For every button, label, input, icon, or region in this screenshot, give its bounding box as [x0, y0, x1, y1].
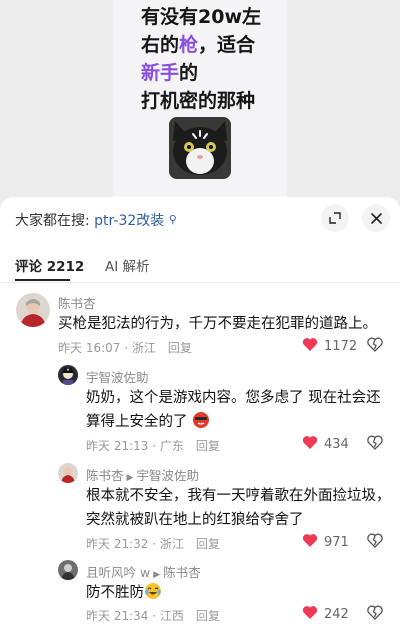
- heart-icon: [302, 605, 318, 624]
- video-text-card: 有没有20w左 右的枪，适合 新手的 打机密的那种: [113, 0, 287, 200]
- broken-heart-icon: [367, 337, 383, 356]
- cat-image: [169, 117, 231, 179]
- dislike-button[interactable]: [367, 605, 383, 624]
- comment-time-location: 昨天 21:32 · 浙江: [86, 537, 184, 551]
- commenter-name[interactable]: 陈书杏: [58, 293, 96, 312]
- reply-arrow-icon: ▶: [153, 570, 161, 580]
- comment-text: 买枪是犯法的行为，千万不要走在犯罪的道路上。: [58, 316, 377, 332]
- dislike-button[interactable]: [367, 435, 383, 454]
- video-line-1: 有没有20w左: [141, 6, 261, 28]
- close-icon: [370, 209, 382, 228]
- reply-button[interactable]: 回复: [168, 341, 192, 355]
- search-prefix: 大家都在搜:: [15, 213, 90, 229]
- reply-button[interactable]: 回复: [196, 609, 220, 623]
- avatar[interactable]: [58, 463, 78, 483]
- comment-time-location: 昨天 21:34 · 江西: [86, 609, 184, 623]
- reply-to-name[interactable]: 陈书杏: [163, 565, 201, 580]
- reply-author-line: 陈书杏 ▶ 宇智波佐助: [86, 465, 199, 484]
- crying-laughing-emoji-icon: [144, 582, 162, 600]
- commenter-name[interactable]: 宇智波佐助: [86, 367, 149, 386]
- commenter-name[interactable]: 且听风吟 w: [86, 565, 150, 580]
- expand-button[interactable]: [321, 204, 349, 232]
- trending-search[interactable]: 大家都在搜: ptr-32改装 ⚲: [15, 210, 177, 230]
- like-count: 971: [324, 535, 349, 550]
- comment-text: 根本就不安全，我有一天哼着歌在外面捡垃圾， 突然就被趴在地上的红狼给夺舍了: [86, 484, 396, 532]
- like-button[interactable]: 242: [302, 605, 349, 624]
- comment-time-location: 昨天 21:13 · 广东: [86, 439, 184, 453]
- comment-text-line-2: 突然就被趴在地上的红狼给夺舍了: [86, 512, 304, 528]
- dislike-button[interactable]: [367, 337, 383, 356]
- avatar[interactable]: [58, 560, 78, 580]
- reply-arrow-icon: ▶: [126, 473, 134, 483]
- comment-text-line-1: 根本就不安全，我有一天哼着歌在外面捡垃圾，: [86, 488, 391, 504]
- comment-meta: 昨天 21:34 · 江西 回复: [86, 607, 220, 624]
- expand-icon: [329, 209, 341, 228]
- heart-icon: [302, 435, 318, 454]
- dislike-button[interactable]: [367, 533, 383, 552]
- search-query-link[interactable]: ptr-32改装: [94, 213, 164, 229]
- comment-text-line-2: 算得上安全的了: [86, 410, 386, 434]
- search-icon: ⚲: [168, 213, 177, 226]
- like-button[interactable]: 1172: [302, 337, 357, 356]
- tab-ai-analysis[interactable]: AI 解析: [105, 255, 150, 275]
- like-count: 242: [324, 607, 349, 622]
- like-count: 1172: [324, 339, 358, 354]
- cool-emoji-icon: [192, 411, 210, 429]
- commenter-name[interactable]: 陈书杏: [86, 468, 124, 483]
- like-button[interactable]: 434: [302, 435, 349, 454]
- comment-text-line-1: 奶奶，这个是游戏内容。您多虑了 现在社会还: [86, 390, 381, 406]
- comment-text: 防不胜防: [86, 581, 386, 605]
- broken-heart-icon: [367, 533, 383, 552]
- avatar[interactable]: [58, 365, 78, 385]
- comment-text: 奶奶，这个是游戏内容。您多虑了 现在社会还 算得上安全的了: [86, 386, 386, 434]
- tab-divider: [0, 282, 400, 283]
- reply-author-line: 且听风吟 w ▶ 陈书杏: [86, 562, 201, 581]
- like-button[interactable]: 971: [302, 533, 349, 552]
- tab-comments[interactable]: 评论 2212: [15, 255, 84, 275]
- video-line-3: 新手的: [141, 62, 199, 84]
- video-line-2: 右的枪，适合: [141, 34, 256, 56]
- video-background[interactable]: 有没有20w左 右的枪，适合 新手的 打机密的那种: [0, 0, 400, 210]
- comment-sheet: 大家都在搜: ptr-32改装 ⚲ 评论 2212 AI 解析 陈书杏 买枪是犯…: [0, 197, 400, 628]
- heart-icon: [302, 337, 318, 356]
- heart-icon: [302, 533, 318, 552]
- comment-meta: 昨天 16:07 · 浙江 回复: [58, 339, 192, 356]
- like-count: 434: [324, 437, 349, 452]
- reply-button[interactable]: 回复: [196, 537, 220, 551]
- broken-heart-icon: [367, 605, 383, 624]
- close-button[interactable]: [362, 204, 390, 232]
- avatar[interactable]: [16, 293, 50, 327]
- comment-time-location: 昨天 16:07 · 浙江: [58, 341, 156, 355]
- reply-to-name[interactable]: 宇智波佐助: [136, 468, 199, 483]
- comment-meta: 昨天 21:13 · 广东 回复: [86, 437, 220, 454]
- broken-heart-icon: [367, 435, 383, 454]
- reply-button[interactable]: 回复: [196, 439, 220, 453]
- video-line-4: 打机密的那种: [141, 90, 256, 112]
- comment-meta: 昨天 21:32 · 浙江 回复: [86, 535, 220, 552]
- active-tab-indicator: [15, 279, 70, 281]
